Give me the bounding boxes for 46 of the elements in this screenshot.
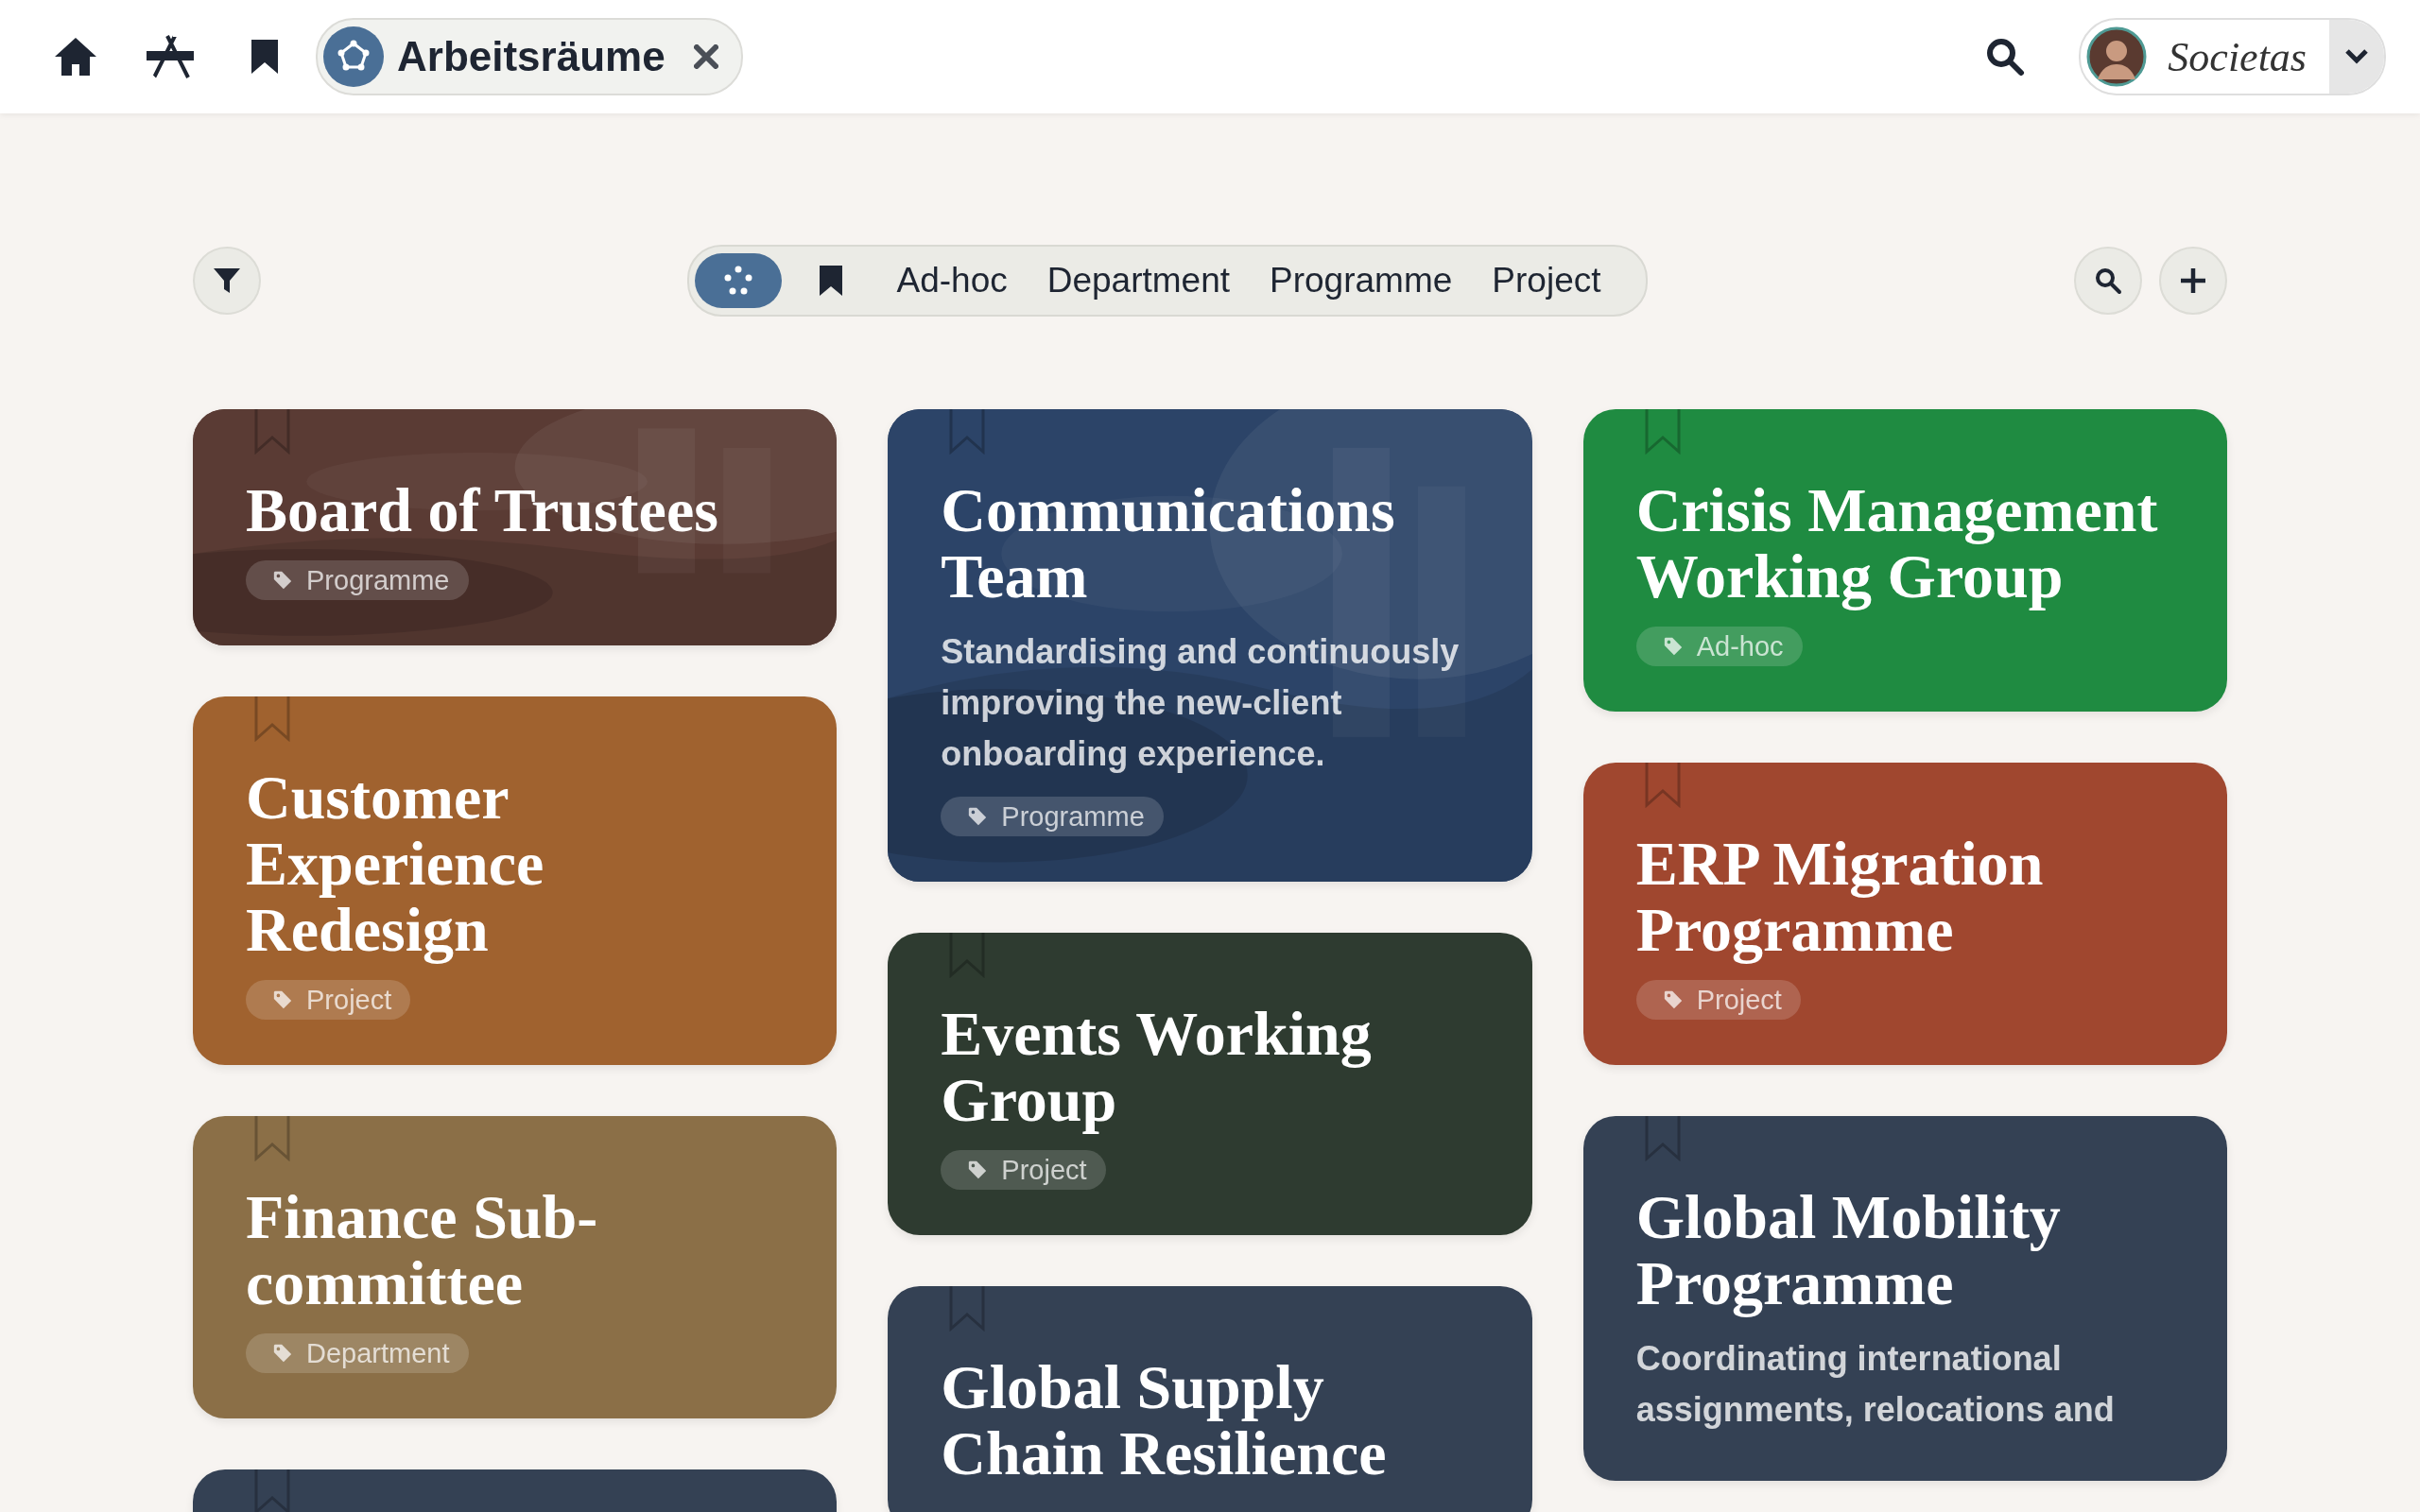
workspace-card[interactable]: Crisis Management Working Group Ad-hoc bbox=[1582, 409, 2227, 712]
workspace-card[interactable]: Customer Experience Redesign Project bbox=[193, 696, 838, 1065]
brand-logo: Societas bbox=[2167, 32, 2308, 81]
category-tag: Ad-hoc bbox=[1635, 627, 1803, 666]
card-title: Communications Team bbox=[941, 477, 1396, 610]
category-tag: Project bbox=[246, 980, 411, 1020]
card-title: Crisis Management Working Group bbox=[1635, 477, 2159, 610]
category-tag: Project bbox=[1635, 980, 1801, 1020]
workspace-card[interactable]: Events Working Group Project bbox=[888, 933, 1532, 1235]
filter-tab[interactable]: Ad-hoc bbox=[879, 253, 1025, 308]
workspace-card[interactable]: ERP Migration Programme Project bbox=[1582, 763, 2227, 1065]
workspace-title: Arbeitsräume bbox=[397, 33, 666, 80]
filter-tab[interactable]: Department bbox=[1029, 253, 1248, 308]
category-tag: Programme bbox=[941, 797, 1164, 836]
tag-icon bbox=[272, 570, 293, 591]
category-tag: Project bbox=[941, 1150, 1106, 1190]
card-description: Standardising and continuously improving the new-client onboarding experience. bbox=[941, 631, 1461, 775]
workspace-card[interactable]: Finance Sub-committee Department bbox=[193, 1116, 838, 1418]
tag-icon bbox=[967, 806, 989, 827]
card-title: Board of Trustees bbox=[246, 477, 719, 543]
card-title: Customer Experience Redesign bbox=[246, 765, 545, 963]
card-title: Global Mobility Programme bbox=[1635, 1184, 2062, 1316]
caret-icon[interactable] bbox=[2329, 20, 2384, 94]
workspace-card[interactable]: Global Mobility Programme Coordinating international assignments, relocations and bbox=[1582, 1116, 2227, 1481]
card-title: ERP Migration Programme bbox=[1635, 831, 2045, 963]
bookmark-icon bbox=[817, 264, 844, 298]
workspace-icon bbox=[323, 26, 384, 87]
tag-icon bbox=[272, 989, 293, 1010]
tag-icon bbox=[1662, 636, 1684, 657]
tag-icon bbox=[1662, 989, 1684, 1010]
card-title: Global Supply Chain Resilience bbox=[941, 1354, 1388, 1486]
workspace-card[interactable]: Global Supply Chain Resilience bbox=[888, 1286, 1532, 1512]
category-tag: Programme bbox=[246, 560, 469, 600]
workspace-card[interactable]: Board of Trustees Programme bbox=[193, 409, 838, 645]
card-title: Finance Sub-committee bbox=[246, 1184, 599, 1316]
card-description: Coordinating international assignments, relocations and bbox=[1635, 1338, 2116, 1431]
filter-tab[interactable]: Project bbox=[1475, 253, 1618, 308]
category-tag: Department bbox=[246, 1333, 469, 1373]
filter-tab[interactable]: Programme bbox=[1253, 253, 1470, 308]
user-menu[interactable]: Societas bbox=[2079, 18, 2386, 95]
tag-icon bbox=[967, 1160, 989, 1180]
workspace-card[interactable]: Communications Team Standardising and continuously improving the new-client onboarding experience. Programme bbox=[888, 409, 1532, 882]
avatar bbox=[2086, 26, 2148, 87]
workspace-chip[interactable]: Arbeitsräume bbox=[316, 18, 743, 95]
tag-icon bbox=[272, 1343, 293, 1364]
card-title: Events Working Group bbox=[941, 1001, 1373, 1133]
